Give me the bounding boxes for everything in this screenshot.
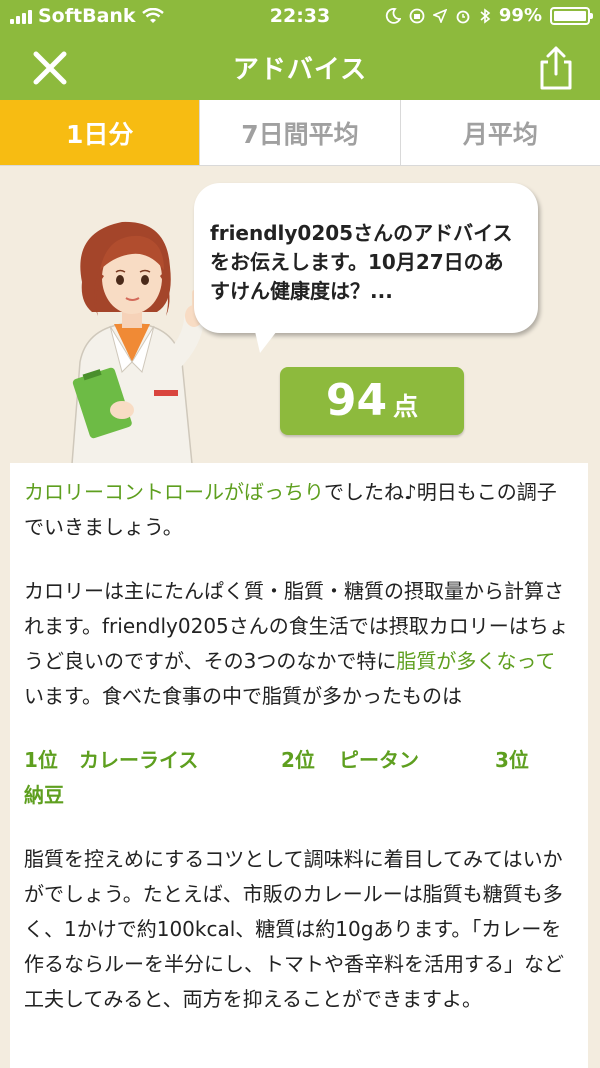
tab-7day-average[interactable]: 7日間平均 — [199, 100, 399, 165]
fat-ranking-list: 1位 カレーライス 2位 ピータン 3位納豆 — [24, 743, 574, 813]
health-score-unit: 点 — [393, 392, 419, 421]
rank-food-2: ピータン — [339, 748, 419, 772]
page-title: アドバイス — [232, 55, 368, 85]
status-bar: SoftBank 22:33 99% — [0, 0, 600, 34]
advice-highlight-fat: 脂質が多くなって — [396, 649, 556, 673]
health-score-value: 94 — [325, 375, 388, 426]
advice-speech-bubble: friendly0205さんのアドバイスをお伝えします。10月27日のあすけん健… — [194, 183, 538, 333]
tab-1day[interactable]: 1日分 — [0, 100, 200, 165]
speech-bubble-tail — [254, 327, 280, 353]
advisor-illustration — [71, 221, 204, 464]
advice-text-2b: います。食べた食事の中で脂質が多かったものは — [24, 684, 462, 708]
app-screen: SoftBank 22:33 99% アドバイス 1日分 7日間平均 月平均 f… — [0, 0, 600, 1068]
advisor-section: friendly0205さんのアドバイスをお伝えします。10月27日のあすけん健… — [0, 167, 600, 464]
advice-highlight-calorie: カロリーコントロールがばっちり — [24, 480, 324, 504]
period-tabs: 1日分 7日間平均 月平均 — [0, 100, 600, 166]
share-icon[interactable] — [534, 44, 578, 92]
bluetooth-icon — [480, 7, 491, 24]
status-right: 99% — [385, 5, 593, 26]
alarm-icon — [456, 10, 470, 23]
tab-monthly-average[interactable]: 月平均 — [399, 100, 600, 165]
nav-bar: アドバイス — [0, 34, 600, 100]
battery-percent: 99% — [498, 5, 542, 26]
rank-label-3: 3位 — [495, 748, 529, 772]
advisor-message: friendly0205さんのアドバイスをお伝えします。10月27日のあすけん健… — [210, 221, 513, 303]
health-score-badge: 94 点 — [280, 367, 464, 435]
advice-paragraph-1: カロリーコントロールがばっちりでしたね♪明日もこの調子でいきましょう。 — [24, 475, 574, 545]
rank-food-3: 納豆 — [24, 783, 64, 807]
battery-icon — [550, 6, 593, 25]
rank-label-1: 1位 — [24, 748, 58, 772]
advice-paragraph-3: 脂質を控えめにするコツとして調味料に着目してみてはいかがでしょう。たとえば、市販… — [24, 847, 564, 1011]
advice-card: カロリーコントロールがばっちりでしたね♪明日もこの調子でいきましょう。 カロリー… — [10, 463, 588, 1068]
rotation-lock-icon — [409, 8, 425, 23]
location-icon — [432, 8, 447, 23]
moon-icon — [385, 7, 401, 24]
advice-paragraph-2: カロリーは主にたんぱく質・脂質・糖質の摂取量から計算されます。friendly0… — [24, 574, 574, 714]
rank-label-2: 2位 — [281, 748, 315, 772]
rank-food-1: カレーライス — [79, 748, 199, 772]
